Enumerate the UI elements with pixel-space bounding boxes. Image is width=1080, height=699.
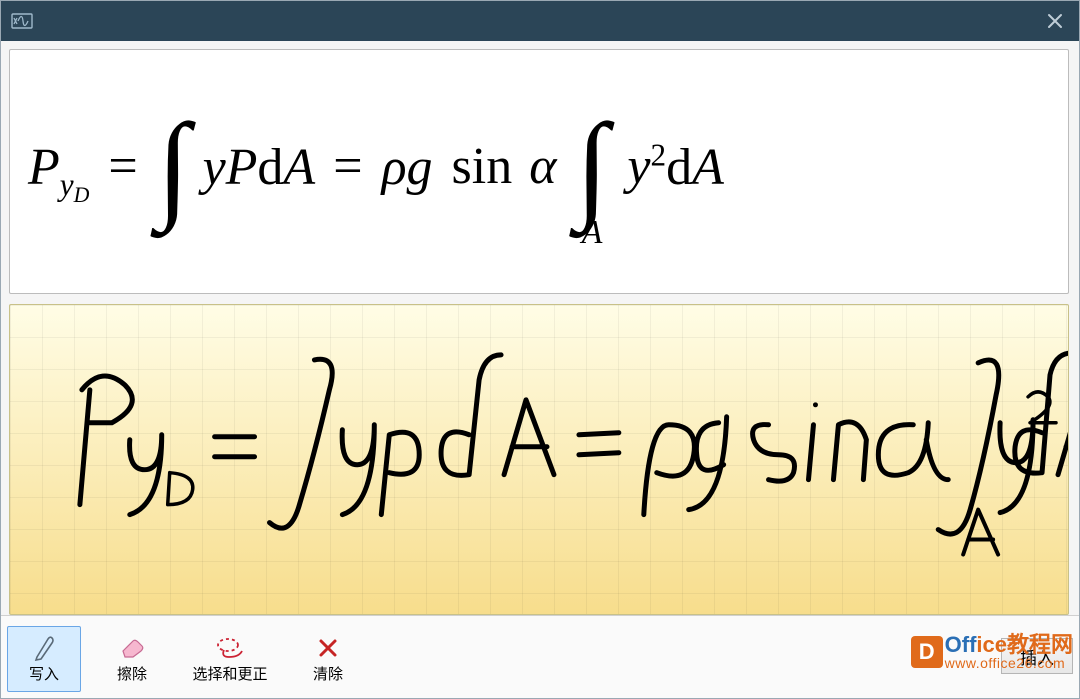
sym-sq: 2 [651,137,667,172]
write-label: 写入 [29,663,59,684]
badge-brand-b: ice教程网 [976,632,1073,657]
integral-bound-A: A [582,215,603,251]
badge-logo: D [911,636,943,668]
integral-icon: ∫ [576,103,609,229]
select-correct-label: 选择和更正 [192,663,267,684]
lasso-icon [215,635,245,661]
close-icon[interactable] [1041,7,1069,35]
eraser-icon [119,635,145,661]
sym-yP: yP [203,138,258,195]
sym-D: D [74,183,90,207]
badge-brand-a: Off [945,632,977,657]
sym-y: y [621,138,650,195]
sym-rho: ρ [382,138,407,195]
math-input-window: PyD = ∫ yPdA = ρg sin α ∫ A y2dA [0,0,1080,699]
app-icon [11,10,33,32]
sym-P: P [28,138,60,195]
sym-d: d [666,138,692,195]
erase-tool[interactable]: 擦除 [95,626,169,692]
erase-label: 擦除 [117,663,147,684]
pen-icon [33,635,55,661]
rendered-formula: PyD = ∫ yPdA = ρg sin α ∫ A y2dA [28,109,724,235]
badge-url: www.office26.com [945,656,1073,670]
clear-icon [318,635,338,661]
handwriting-canvas[interactable] [9,304,1069,615]
sym-A: A [283,138,314,195]
sym-alpha: α [525,138,556,195]
formula-preview: PyD = ∫ yPdA = ρg sin α ∫ A y2dA [9,49,1069,294]
sym-eq: = [327,138,368,195]
clear-tool[interactable]: 清除 [291,626,365,692]
sym-A: A [692,138,724,195]
sym-y: y [60,167,74,202]
site-badge: D Office教程网 www.office26.com [911,634,1073,670]
write-tool[interactable]: 写入 [7,626,81,692]
sym-sin: sin [446,138,513,195]
integral-icon: ∫ [157,103,190,229]
sym-g: g [407,138,433,195]
titlebar [1,1,1079,41]
sym-eq: = [102,138,143,195]
content-area: PyD = ∫ yPdA = ρg sin α ∫ A y2dA [1,41,1079,698]
sym-d: d [257,138,283,195]
select-correct-tool[interactable]: 选择和更正 [183,626,277,692]
clear-label: 清除 [313,663,343,684]
